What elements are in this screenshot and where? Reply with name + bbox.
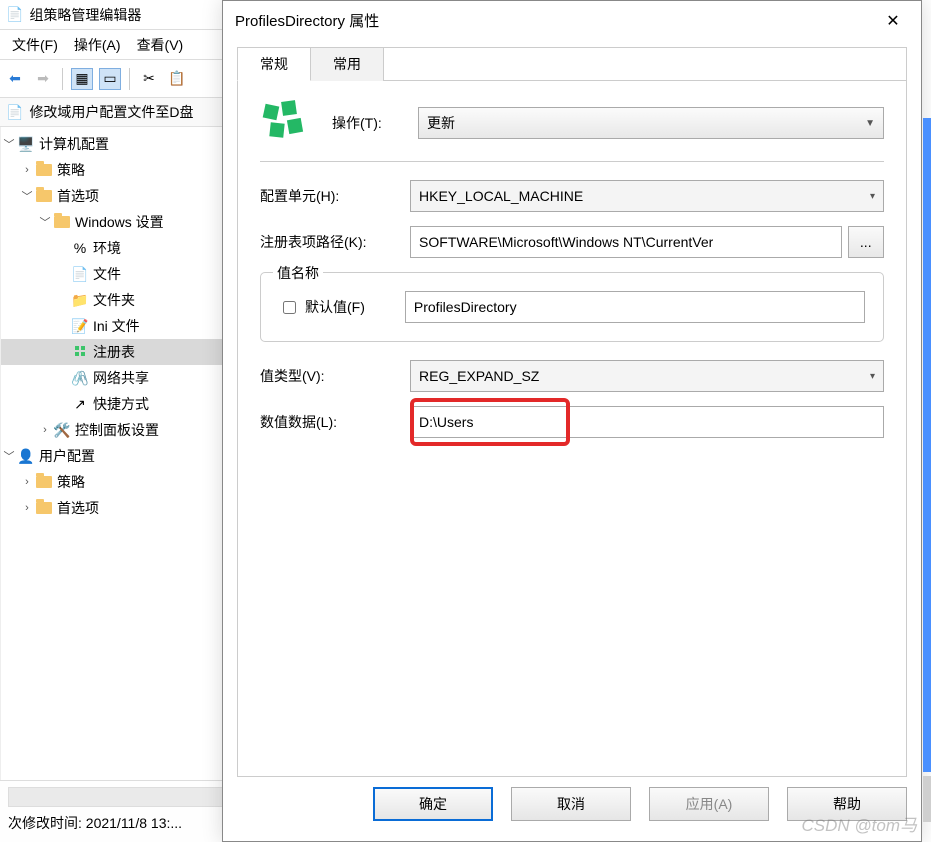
value-type-label: 值类型(V): [260,366,410,386]
registry-icon [71,343,89,361]
default-value-checkbox[interactable]: 默认值(F) [279,297,365,317]
cancel-button[interactable]: 取消 [511,787,631,821]
default-value-checkbox-input[interactable] [283,301,296,314]
value-type-dropdown[interactable]: REG_EXPAND_SZ ▾ [410,360,884,392]
ini-icon: 📝 [71,317,89,335]
chevron-down-icon: ▼ [865,118,875,129]
folder-icon [35,499,53,517]
folder-icon [35,187,53,205]
folder-icon [35,161,53,179]
ok-button[interactable]: 确定 [373,787,493,821]
menu-file[interactable]: 文件(F) [4,31,66,59]
close-button[interactable]: ✕ [873,7,913,35]
toolbar-copy-icon[interactable]: 📋 [166,68,188,90]
tab-strip: 常规 常用 [238,47,906,81]
user-icon: 👤 [17,447,35,465]
action-dropdown[interactable]: 更新 ▼ [418,107,884,139]
tab-common[interactable]: 常用 [310,47,384,81]
toolbar-back-icon[interactable]: ⬅ [4,68,26,90]
hive-label: 配置单元(H): [260,186,410,206]
toolbar-cut-icon[interactable]: ✂ [138,68,160,90]
registry-large-icon [260,99,308,147]
tree-header-label: 修改域用户配置文件至D盘 [29,102,193,122]
app-icon: 📄 [6,6,23,23]
properties-dialog: ProfilesDirectory 属性 ✕ 常规 常用 操作(T): 更新 ▼… [222,0,922,842]
main-window-title: 组策略管理编辑器 [29,5,141,25]
folder-icon [35,473,53,491]
hive-dropdown[interactable]: HKEY_LOCAL_MACHINE ▾ [410,180,884,212]
scrollbar-indicator [923,118,931,772]
network-share-icon: 🖇️ [71,369,89,387]
chevron-down-icon: ▾ [870,371,875,382]
dialog-title: ProfilesDirectory 属性 [235,10,379,31]
value-data-field[interactable]: D:\Users [410,406,884,438]
action-label: 操作(T): [332,113,418,133]
value-name-field[interactable]: ProfilesDirectory [405,291,865,323]
tab-general[interactable]: 常规 [237,47,311,81]
keypath-label: 注册表项路径(K): [260,232,410,252]
value-name-legend: 值名称 [273,263,323,283]
computer-icon: 🖥️ [17,135,35,153]
controlpanel-icon: 🛠️ [53,421,71,439]
browse-button[interactable]: ... [848,226,884,258]
toolbar-view1-icon[interactable]: ▦ [71,68,93,90]
toolbar-view2-icon[interactable]: ▭ [99,68,121,90]
menu-view[interactable]: 查看(V) [129,31,192,59]
folder-icon [53,213,71,231]
apply-button[interactable]: 应用(A) [649,787,769,821]
tree-header-icon: 📄 [6,104,23,121]
value-data-label: 数值数据(L): [260,412,410,432]
watermark: CSDN @tom马 [802,811,918,836]
scrollbar-track [923,776,931,822]
toolbar-forward-icon[interactable]: ➡ [32,68,54,90]
chevron-down-icon: ▾ [870,191,875,202]
env-icon: % [71,239,89,257]
value-name-group: 值名称 默认值(F) ProfilesDirectory [260,272,884,342]
keypath-field[interactable]: SOFTWARE\Microsoft\Windows NT\CurrentVer [410,226,842,258]
menu-action[interactable]: 操作(A) [66,31,129,59]
shortcut-icon: ↗ [71,395,89,413]
folders-icon: 📁 [71,291,89,309]
files-icon: 📄 [71,265,89,283]
